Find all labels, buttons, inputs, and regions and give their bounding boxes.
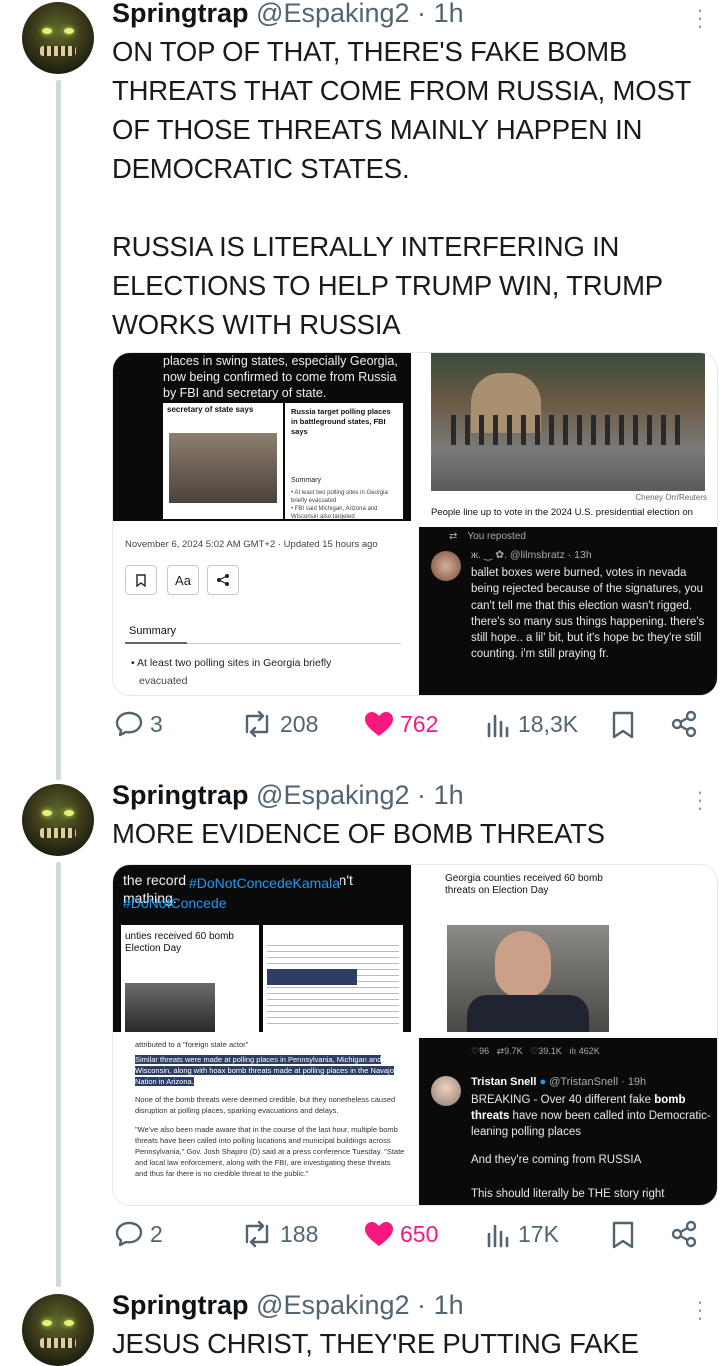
author-handle[interactable]: @Espaking2	[256, 780, 410, 810]
avatar[interactable]	[22, 1294, 94, 1366]
media-image[interactable]: attributed to a "foreign state actor" Si…	[113, 1038, 411, 1205]
bookmark-icon[interactable]	[610, 1220, 636, 1250]
like-button[interactable]: 762	[364, 710, 438, 738]
post-time[interactable]: 1h	[434, 0, 464, 28]
photo-credit: Cheney Orr/Reuters	[635, 493, 707, 502]
image-caption: People line up to vote in the 2024 U.S. …	[431, 507, 693, 518]
views-button[interactable]: 17K	[486, 1220, 559, 1248]
inner-title: secretary of state says	[167, 405, 254, 414]
tweet-author: Tristan Snell ● @TristanSnell · 19h	[471, 1076, 647, 1088]
avatar[interactable]	[22, 2, 94, 74]
article-headline: Georgia counties received 60 bomb threat…	[445, 873, 603, 896]
bookmark-icon	[125, 565, 157, 595]
like-count: 762	[400, 710, 439, 737]
media-image[interactable]: the record early voting, the math ain't …	[113, 865, 411, 1032]
summary-bullet: • At least two polling sites in Georgia …	[131, 657, 332, 669]
media-image[interactable]: ♡96 ⇄9.7K ♡39.1K ılı 462K Tristan Snell …	[419, 1038, 717, 1205]
media-image[interactable]: Georgia counties received 60 bomb threat…	[419, 865, 717, 1032]
bookmark-icon[interactable]	[610, 710, 636, 740]
inner-bullets: • At least two polling sites in Georgia …	[291, 490, 388, 520]
action-bar: 3 208 762 18,3K	[112, 710, 712, 750]
more-icon[interactable]: · · ·	[690, 0, 710, 37]
reposted-label: ⇄ You reposted	[449, 531, 526, 542]
article-timestamp: November 6, 2024 5:02 AM GMT+2 · Updated…	[125, 539, 378, 550]
author-handle[interactable]: @Espaking2	[256, 0, 410, 28]
avatar	[431, 1076, 461, 1106]
author-name[interactable]: Springtrap	[112, 1290, 249, 1320]
post-time[interactable]: 1h	[434, 1290, 464, 1320]
views-count: 18,3K	[518, 710, 579, 737]
time-separator: ·	[417, 780, 427, 810]
avatar	[431, 551, 461, 581]
author-name[interactable]: Springtrap	[112, 780, 249, 810]
media-grid[interactable]: the record early voting, the math ain't …	[112, 864, 718, 1206]
more-icon[interactable]: · · ·	[690, 1291, 710, 1329]
views-icon	[486, 1220, 512, 1248]
tweet-text: This should literally be THE story right	[471, 1188, 665, 1200]
like-icon	[364, 710, 394, 738]
share-icon	[207, 565, 239, 595]
post-header: Springtrap @Espaking2 · 1h	[112, 780, 464, 811]
reply-icon	[114, 710, 144, 738]
post-text: JESUS CHRIST, THEY'RE PUTTING FAKE	[112, 1328, 639, 1359]
image-caption: places in swing states, especially Georg…	[163, 354, 398, 400]
reply-button[interactable]: 2	[114, 1220, 163, 1248]
post-header: Springtrap @Espaking2 · 1h	[112, 0, 464, 29]
reply-count: 3	[150, 710, 163, 737]
repost-button[interactable]: 188	[240, 1220, 318, 1248]
tweet-stats-row: ♡96 ⇄9.7K ♡39.1K ılı 462K	[471, 1046, 600, 1056]
article-text: None of the bomb threats were deemed cre…	[135, 1095, 396, 1115]
time-separator: ·	[417, 0, 427, 28]
thread-line	[56, 862, 61, 1287]
summary-bullet-cont: evacuated	[139, 675, 188, 687]
hashtag[interactable]: #DoNotConcedeKamala	[189, 875, 340, 891]
repost-icon	[240, 710, 274, 738]
reply-count: 2	[150, 1220, 163, 1247]
inner-summary: Summary	[291, 477, 321, 484]
like-icon	[364, 1220, 394, 1248]
inner-title: Russia target polling places in battlegr…	[291, 407, 391, 436]
share-icon[interactable]	[670, 1220, 698, 1248]
quoted-text: ballet boxes were burned, votes in nevad…	[471, 567, 705, 661]
post-text: MORE EVIDENCE OF BOMB THREATS	[112, 818, 605, 849]
more-icon[interactable]: · · ·	[690, 781, 710, 819]
views-button[interactable]: 18,3K	[486, 710, 578, 738]
media-image[interactable]: places in swing states, especially Georg…	[113, 353, 411, 521]
post-time[interactable]: 1h	[434, 780, 464, 810]
repost-icon	[240, 1220, 274, 1248]
hashtag[interactable]: #DoNotConcede	[123, 895, 227, 911]
post-header: Springtrap @Espaking2 · 1h	[112, 1290, 464, 1321]
media-image[interactable]: November 6, 2024 5:02 AM GMT+2 · Updated…	[113, 527, 411, 695]
media-image[interactable]: ⇄ You reposted ж. ‿ ✿. @lilmsbratz · 13h …	[419, 527, 717, 695]
thread-line	[56, 80, 61, 780]
like-count: 650	[400, 1220, 439, 1247]
quoted-handle: ж. ‿ ✿. @lilmsbratz · 13h	[471, 549, 592, 561]
repost-button[interactable]: 208	[240, 710, 318, 738]
repost-count: 188	[280, 1220, 319, 1247]
media-grid[interactable]: places in swing states, especially Georg…	[112, 352, 718, 696]
like-button[interactable]: 650	[364, 1220, 438, 1248]
tweet-text: And they're coming from RUSSIA	[471, 1154, 642, 1166]
post-text: ON TOP OF THAT, THERE'S FAKE BOMB THREAT…	[112, 36, 691, 340]
highlighted-text: Similar threats were made at polling pla…	[135, 1055, 394, 1086]
media-image[interactable]: Cheney Orr/Reuters People line up to vot…	[419, 353, 717, 521]
action-bar: 2 188 650 17K	[112, 1220, 712, 1260]
repost-count: 208	[280, 710, 319, 737]
font-size-button: Aa	[167, 565, 199, 595]
reply-button[interactable]: 3	[114, 710, 163, 738]
avatar[interactable]	[22, 784, 94, 856]
share-icon[interactable]	[670, 710, 698, 738]
summary-label: Summary	[129, 625, 177, 637]
tweet-text: BREAKING - Over 40 different fake bomb t…	[471, 1094, 711, 1138]
inner-title: unties received 60 bomb Election Day	[125, 931, 234, 954]
views-count: 17K	[518, 1220, 559, 1247]
article-text: attributed to a "foreign state actor"	[135, 1040, 249, 1049]
article-text: "We've also been made aware that in the …	[135, 1125, 405, 1178]
author-name[interactable]: Springtrap	[112, 0, 249, 28]
author-handle[interactable]: @Espaking2	[256, 1290, 410, 1320]
reply-icon	[114, 1220, 144, 1248]
time-separator: ·	[417, 1290, 427, 1320]
views-icon	[486, 710, 512, 738]
